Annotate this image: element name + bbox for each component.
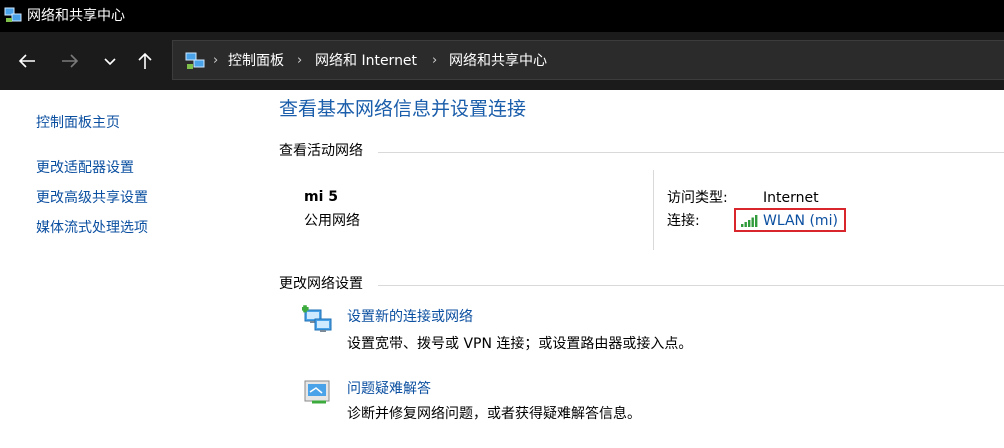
sidebar-item-advanced-sharing-settings[interactable]: 更改高级共享设置	[36, 189, 148, 207]
wifi-signal-icon	[741, 215, 758, 227]
wlan-connection-link[interactable]: WLAN (mi)	[763, 212, 838, 230]
setup-new-connection-description: 设置宽带、拨号或 VPN 连接；或设置路由器或接入点。	[347, 336, 693, 352]
arrow-right-icon	[62, 54, 79, 68]
access-type-label: 访问类型:	[667, 190, 728, 206]
breadcrumb-network-sharing-center[interactable]: 网络和共享中心	[449, 51, 547, 71]
breadcrumb-separator: ›	[213, 53, 219, 68]
arrow-left-icon	[18, 54, 35, 68]
setup-new-connection-link[interactable]: 设置新的连接或网络	[347, 308, 473, 326]
breadcrumb-control-panel[interactable]: 控制面板	[228, 51, 284, 71]
breadcrumb-separator: ›	[297, 53, 303, 68]
window-title: 网络和共享中心	[27, 8, 125, 24]
network-center-app-icon	[4, 7, 22, 22]
network-category: 公用网络	[304, 213, 360, 229]
back-button[interactable]	[15, 49, 39, 73]
navigation-bar: › 控制面板 › 网络和 Internet › 网络和共享中心	[0, 32, 1004, 90]
network-name: mi 5	[304, 189, 339, 205]
sidebar-item-change-adapter-settings[interactable]: 更改适配器设置	[36, 159, 134, 177]
connection-label: 连接:	[667, 213, 700, 229]
section-divider	[378, 285, 1004, 286]
breadcrumb-network-internet[interactable]: 网络和 Internet	[315, 51, 417, 71]
access-type-value: Internet	[763, 190, 819, 206]
recent-locations-button[interactable]	[98, 49, 122, 73]
network-setup-icon	[302, 305, 332, 332]
page-title: 查看基本网络信息并设置连接	[279, 98, 527, 120]
sidebar-item-control-panel-home[interactable]: 控制面板主页	[36, 114, 120, 132]
network-location-icon	[185, 52, 205, 69]
arrow-up-icon	[138, 52, 152, 69]
forward-button[interactable]	[58, 49, 82, 73]
network-details-divider	[653, 170, 654, 250]
title-bar: 网络和共享中心	[0, 0, 1004, 32]
troubleshoot-icon	[304, 380, 330, 404]
address-bar[interactable]: › 控制面板 › 网络和 Internet › 网络和共享中心	[172, 40, 1004, 80]
sidebar-item-media-streaming-options[interactable]: 媒体流式处理选项	[36, 219, 148, 237]
section-divider	[378, 152, 1004, 153]
breadcrumb-separator: ›	[432, 53, 438, 68]
chevron-down-icon	[104, 58, 116, 66]
change-settings-section-title: 更改网络设置	[279, 276, 363, 292]
up-button[interactable]	[133, 49, 157, 73]
troubleshoot-problems-link[interactable]: 问题疑难解答	[347, 380, 431, 398]
active-networks-section-title: 查看活动网络	[279, 143, 363, 159]
troubleshoot-problems-description: 诊断并修复网络问题，或者获得疑难解答信息。	[347, 406, 641, 422]
